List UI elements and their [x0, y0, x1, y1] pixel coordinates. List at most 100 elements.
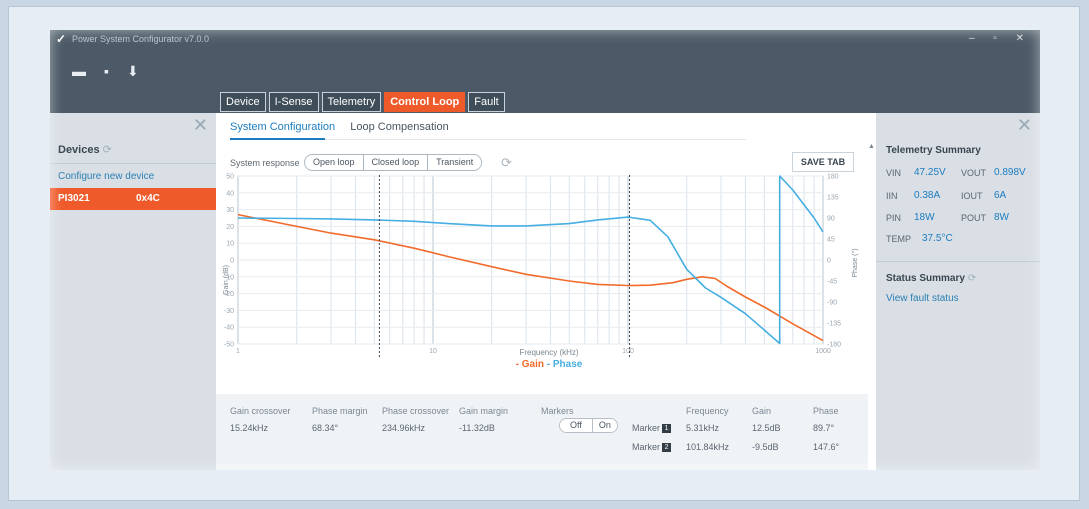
marker-1-label: Marker 1 [632, 423, 672, 434]
tab-fault[interactable]: Fault [468, 92, 505, 112]
close-icon[interactable]: ✕ [1017, 115, 1032, 136]
stat-header-gain-margin: Gain margin [459, 406, 509, 416]
telemetry-summary-title: Telemetry Summary [886, 145, 981, 156]
marker-1-phase: 89.7° [813, 423, 835, 433]
telemetry-vin-label: VIN [886, 168, 902, 178]
x-axis-label: Frequency (kHz) [519, 348, 578, 357]
telemetry-pin-label: PIN [886, 213, 902, 223]
x-tick: 1 [236, 348, 240, 355]
telemetry-temp-value: 37.5°C [922, 233, 953, 244]
markers-off-option[interactable]: Off [560, 419, 592, 432]
app-window: ✓ Power System Configurator v7.0.0 – ▫ ✕… [50, 30, 1040, 470]
refresh-icon[interactable]: ⟳ [968, 273, 976, 284]
download-icon[interactable]: ⬇ [127, 63, 139, 80]
marker-2-phase: 147.6° [813, 442, 840, 452]
y-tick-right: 135 [827, 195, 839, 202]
device-list-item[interactable]: PI3021 0x4C [50, 188, 216, 210]
telemetry-pout-value: 8W [994, 212, 1009, 223]
marker-2-gain: -9.5dB [752, 442, 779, 452]
open-loop-button[interactable]: Open loop [305, 155, 364, 170]
refresh-icon[interactable]: ⟳ [501, 155, 512, 171]
y-tick-left: -40 [224, 325, 234, 332]
telemetry-vout-value: 0.898V [994, 167, 1026, 178]
scrollbar[interactable]: ▲ [868, 143, 875, 463]
active-subtab-indicator [230, 138, 325, 140]
tab-i-sense[interactable]: I-Sense [268, 92, 319, 112]
subtab-loop-compensation[interactable]: Loop Compensation [350, 121, 448, 133]
stat-header-gain-crossover: Gain crossover [230, 406, 291, 416]
telemetry-iout-value: 6A [994, 190, 1007, 201]
tab-device[interactable]: Device [220, 92, 266, 112]
refresh-icon[interactable]: ⟳ [103, 144, 112, 156]
configure-new-device-link[interactable]: Configure new device [58, 171, 154, 182]
stat-header-markers: Markers [541, 406, 574, 416]
transient-button[interactable]: Transient [428, 155, 482, 170]
control-loop-panel: System Configuration Loop Compensation S… [216, 113, 876, 470]
marker-1-frequency: 5.31kHz [686, 423, 720, 433]
telemetry-vin-value: 47.25V [914, 167, 946, 178]
telemetry-vout-label: VOUT [961, 168, 987, 178]
marker-label-text: Marker [632, 442, 661, 452]
app-logo-icon: ✓ [56, 32, 67, 46]
system-response-group: Open loop Closed loop Transient [304, 154, 483, 171]
markers-toggle[interactable]: Off On [559, 418, 618, 433]
divider [876, 261, 1040, 262]
tab-control-loop[interactable]: Control Loop [384, 92, 466, 112]
legend-phase-label: Phase [553, 359, 583, 370]
marker-2-frequency: 101.84kHz [686, 442, 730, 452]
marker-label-text: Marker [632, 423, 661, 433]
stat-header-gain: Gain [752, 406, 772, 416]
divider [50, 163, 216, 164]
bode-plot: 50403020100-10-20-30-40-5018013590450-45… [223, 173, 859, 370]
save-icon[interactable]: ▪ [104, 63, 109, 80]
subtab-system-configuration[interactable]: System Configuration [230, 121, 335, 133]
app-title: Power System Configurator v7.0.0 [72, 34, 210, 44]
save-tab-button[interactable]: SAVE TAB [792, 152, 854, 172]
tab-telemetry[interactable]: Telemetry [321, 92, 382, 112]
telemetry-pout-label: POUT [961, 213, 987, 223]
y-axis-right-label: Phase (°) [851, 248, 859, 277]
main-tabs: Device I-Sense Telemetry Control Loop Fa… [220, 92, 505, 112]
status-summary-label: Status Summary [886, 273, 965, 284]
toolbar: ▬ ▪ ⬇ [72, 63, 139, 80]
y-tick-left: 50 [226, 174, 234, 181]
stat-gain-margin: -11.32dB [459, 423, 495, 433]
x-tick: 1000 [815, 348, 831, 355]
telemetry-iout-label: IOUT [961, 191, 983, 201]
y-tick-left: -30 [224, 308, 234, 315]
y-axis-left-label: Gain (dB) [223, 265, 230, 295]
y-tick-left: 30 [226, 207, 234, 214]
y-tick-right: -90 [827, 300, 837, 307]
stat-phase-crossover: 234.96kHz [382, 423, 426, 433]
y-tick-left: -50 [224, 342, 234, 349]
scroll-up-icon[interactable]: ▲ [868, 143, 875, 150]
telemetry-iin-label: IIN [886, 191, 898, 201]
y-tick-left: 0 [230, 258, 234, 265]
stat-header-phase: Phase [813, 406, 839, 416]
open-folder-icon[interactable]: ▬ [72, 63, 86, 80]
device-name: PI3021 [58, 193, 90, 204]
telemetry-iin-value: 0.38A [914, 190, 941, 201]
title-bar: ✓ Power System Configurator v7.0.0 – ▫ ✕ [50, 30, 1040, 50]
close-icon[interactable]: ✕ [193, 115, 208, 136]
marker-1-gain: 12.5dB [752, 423, 781, 433]
devices-title-label: Devices [58, 144, 100, 156]
window-controls[interactable]: – ▫ ✕ [969, 33, 1032, 44]
devices-title: Devices ⟳ [58, 143, 112, 156]
stat-header-phase-crossover: Phase crossover [382, 406, 450, 416]
stat-header-phase-margin: Phase margin [312, 406, 368, 416]
markers-on-option[interactable]: On [591, 419, 617, 432]
devices-panel: ✕ Devices ⟳ Configure new device PI3021 0… [50, 113, 216, 470]
y-tick-left: 40 [226, 190, 234, 197]
stat-phase-margin: 68.34° [312, 423, 339, 433]
summary-panel: ✕ Telemetry Summary VIN 47.25V VOUT 0.89… [876, 113, 1040, 470]
y-tick-right: 0 [827, 258, 831, 265]
closed-loop-button[interactable]: Closed loop [363, 155, 429, 170]
status-summary-title: Status Summary ⟳ [886, 273, 976, 284]
telemetry-pin-value: 18W [914, 212, 935, 223]
y-tick-right: -135 [827, 321, 841, 328]
x-tick: 100 [622, 348, 634, 355]
subtabs: System Configuration Loop Compensation [230, 121, 461, 133]
marker-1-badge: 1 [662, 424, 672, 434]
view-fault-status-link[interactable]: View fault status [886, 293, 959, 304]
